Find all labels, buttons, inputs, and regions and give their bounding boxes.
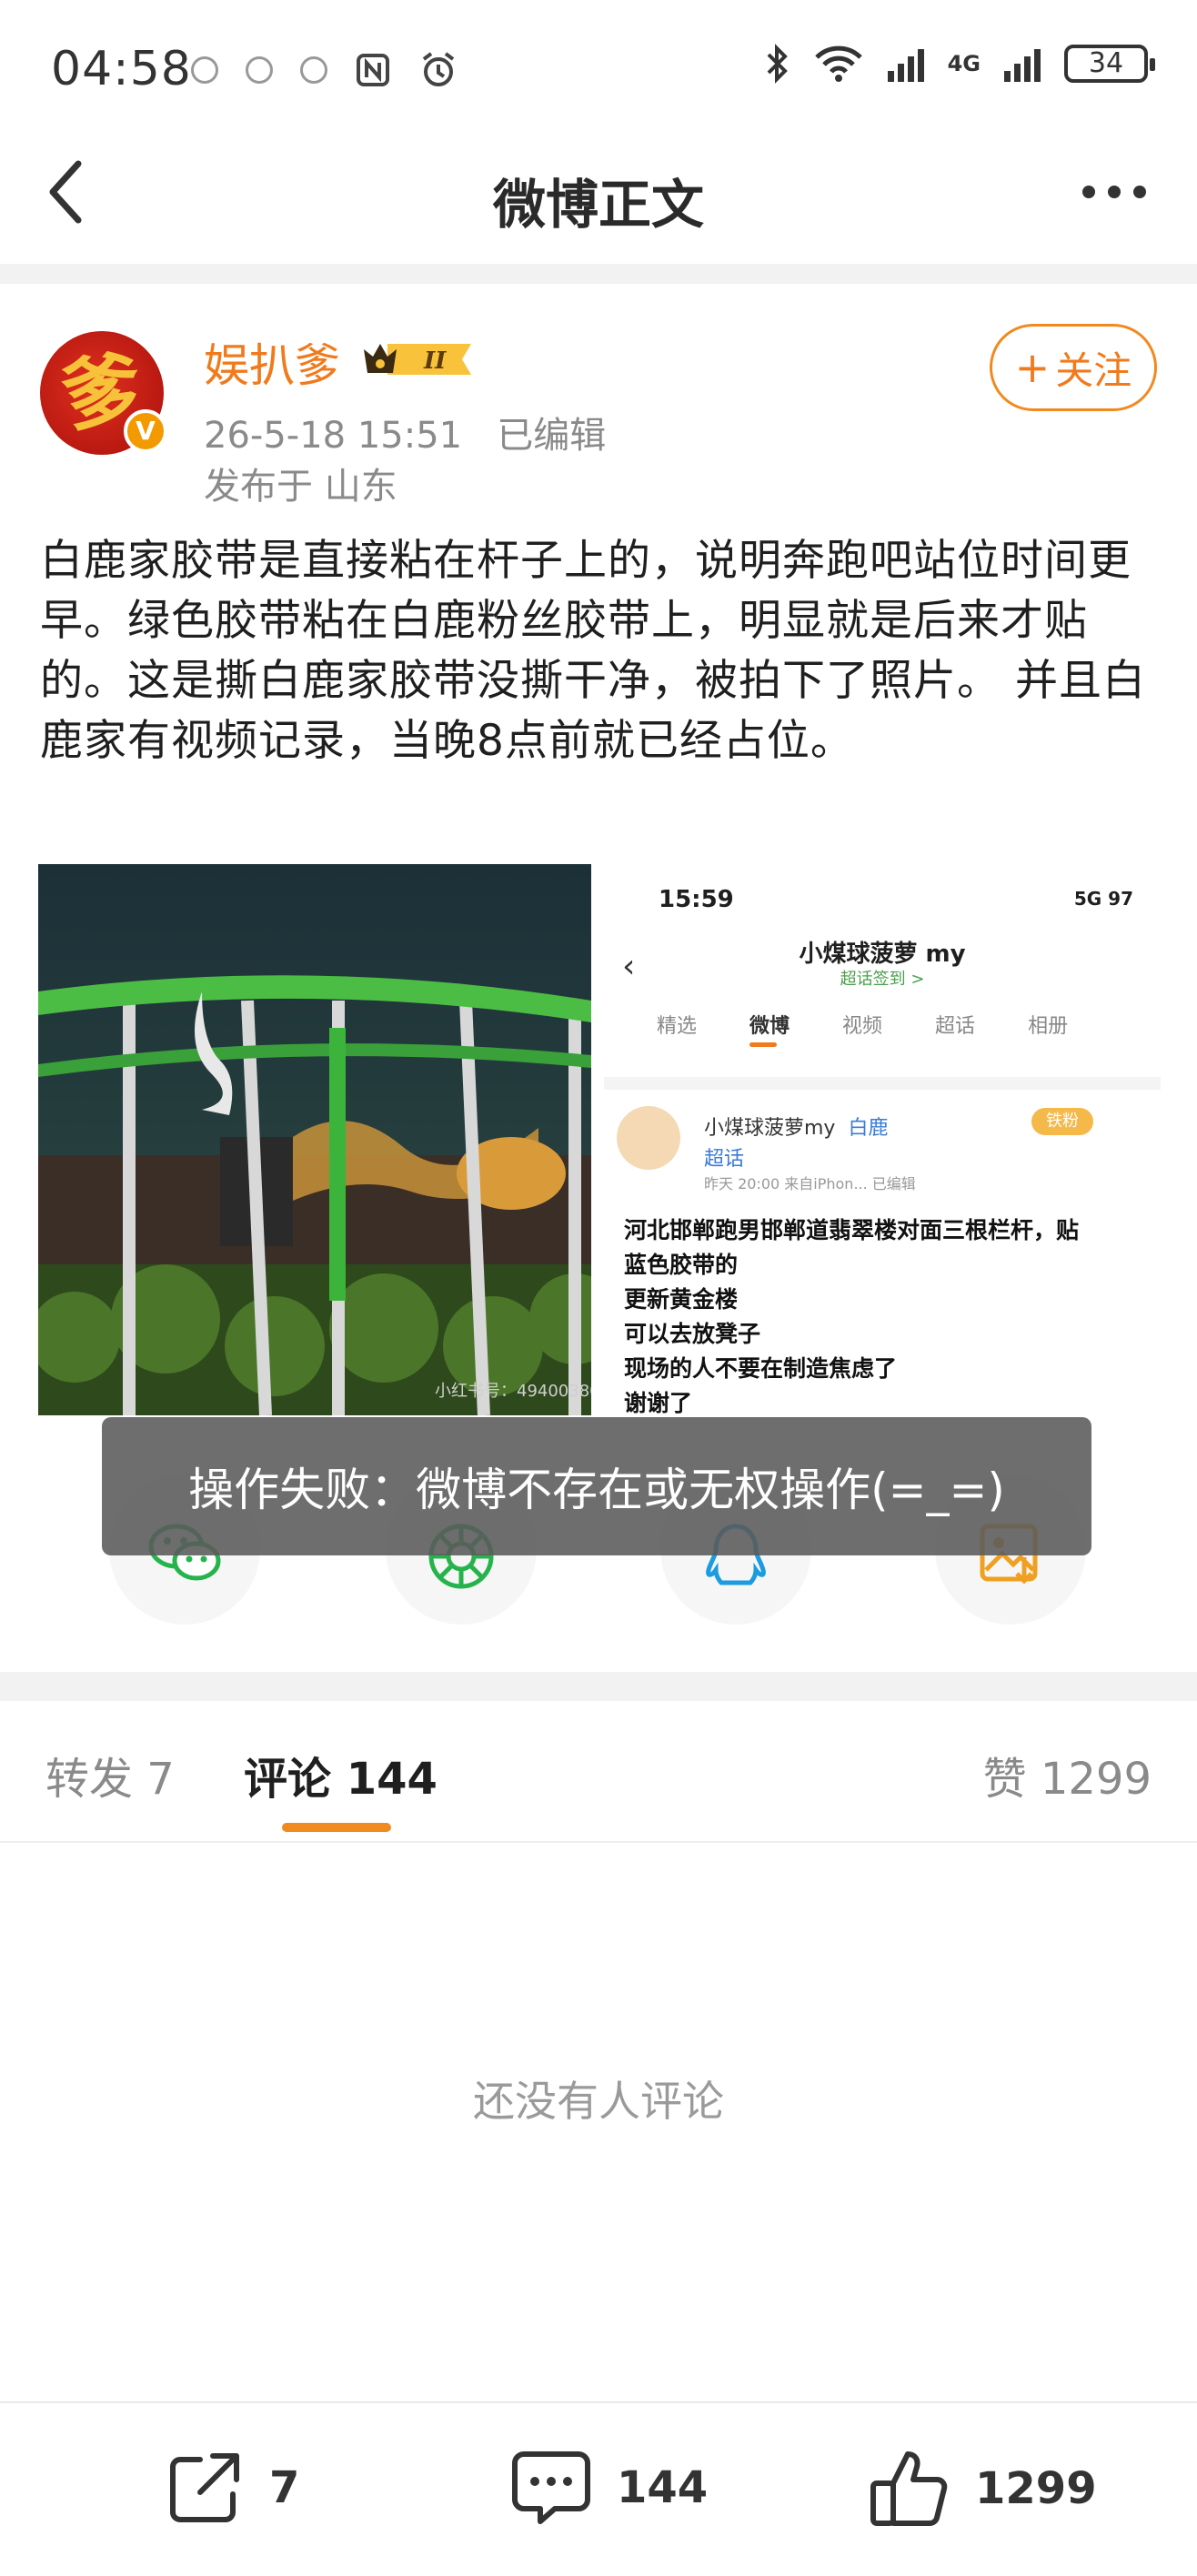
error-toast: 操作失败：微博不存在或无权操作(=_=) [102,1417,1091,1555]
alarm-icon [422,52,455,86]
ss-text-line: 更新黄金楼 [624,1286,739,1313]
network-type: 4G [947,51,981,76]
ss-status: 5G 97 [1073,888,1133,910]
vip-level: II [423,347,447,375]
notification-icon [191,56,218,84]
comment-button[interactable]: 144 [509,2447,708,2529]
nfc-icon [357,54,389,86]
ss-tab-underline [749,1042,777,1047]
ss-tab: 精选 [657,1015,698,1038]
like-button[interactable]: 1299 [868,2447,1097,2531]
image-1-scene: 小红书号：49400380 [38,864,591,1415]
ss-badge: 铁粉 [1031,1108,1093,1135]
comment-icon [512,2451,590,2524]
like-count: 1299 [975,2463,1097,2514]
author-name[interactable]: 娱扒爹 [204,329,340,395]
wifi-icon [814,45,862,82]
divider [0,1841,1197,1843]
verified-icon: V [124,409,167,453]
ss-tab: 微博 [749,1015,790,1038]
post-meta: 26-5-18 15:51 已编辑 [204,406,606,458]
ss-text-line: 河北邯郸跑男邯郸道翡翠楼对面三根栏杆，贴 [624,1217,1080,1243]
plus-icon: + [1014,343,1051,392]
post-location: 发布于 山东 [204,466,397,508]
ss-text-line: 蓝色胶带的 [624,1252,739,1278]
notification-icons [191,50,458,90]
ss-tab: 超话 [935,1015,976,1038]
status-right: 4G 34 [766,44,1155,84]
tab-repost[interactable]: 转发 7 [45,1743,175,1806]
ss-text: 河北邯郸跑男邯郸道翡翠楼对面三根栏杆，贴 蓝色胶带的 更新黄金楼 可以去放凳子 … [624,1213,1152,1415]
signal-icon [887,45,924,82]
empty-comments-text: 还没有人评论 [473,2077,724,2126]
active-tab-indicator [282,1823,391,1832]
ss-meta: 昨天 20:00 来自iPhon... 已编辑 [704,1175,916,1192]
battery-icon: 34 [1064,45,1155,83]
ss-time: 15:59 [659,886,734,913]
divider [0,2401,1197,2403]
ss-chaohua: 超话 [704,1148,745,1171]
post-image-2[interactable]: 15:59 5G 97 ‹ 小煤球菠萝 my 超话签到 > 精选 微博 视频 超… [604,864,1161,1415]
tab-likes[interactable]: 赞 1299 [983,1743,1152,1806]
ss-user-name: 小煤球菠萝my [704,1117,836,1140]
ss-user-tag: 白鹿 [848,1117,889,1140]
ss-tabs: 精选 微博 视频 超话 相册 [604,1010,1161,1039]
ss-tab: 相册 [1028,1015,1069,1038]
ss-text-line: 可以去放凳子 [624,1321,761,1347]
ss-avatar [617,1106,680,1170]
repost-button[interactable]: 7 [164,2447,299,2529]
repost-icon [170,2453,239,2522]
signal-icon-2 [1004,45,1041,82]
more-options-icon[interactable] [1082,186,1146,198]
notification-icon [246,56,273,84]
ss-user: 小煤球菠萝my 白鹿 [704,1112,888,1141]
page-title: 微博正文 [492,174,704,236]
post-content: 白鹿家胶带是直接粘在杆子上的，说明奔跑吧站位时间更早。绿色胶带粘在白鹿粉丝胶带上… [40,536,1146,766]
ss-tab: 视频 [842,1015,883,1038]
status-bar: 04:58 4G 34 [0,0,1197,136]
status-time: 04:58 [51,42,192,96]
tab-comments[interactable]: 评论 144 [244,1743,438,1806]
weibo-post-page: 04:58 4G 34 微博正文 爹 V 娱扒爹 II 26-5-18 15:5… [0,0,1197,2576]
comment-count: 144 [617,2462,709,2513]
ss-subtitle: 超话签到 > [840,970,925,989]
notification-icon [300,56,327,84]
post-image-1[interactable]: 小红书号：49400380 [38,864,591,1415]
edited-label: 已编辑 [497,415,607,457]
follow-button[interactable]: + 关注 [990,324,1157,411]
follow-label: 关注 [1055,347,1132,393]
divider [0,264,1197,284]
bluetooth-icon [767,44,788,84]
vip-crown-icon[interactable]: II [360,337,478,382]
ss-title: 小煤球菠萝 my [799,941,966,968]
post-time: 26-5-18 15:51 [204,415,463,457]
ss-text-line: 现场的人不要在制造焦虑了 [624,1355,898,1382]
repost-count: 7 [269,2462,300,2513]
ss-text-line: 谢谢了 [624,1390,693,1415]
like-icon [870,2451,948,2526]
ss-divider [604,1077,1161,1090]
image-watermark: 小红书号：49400380 [435,1382,591,1401]
divider [0,1672,1197,1701]
